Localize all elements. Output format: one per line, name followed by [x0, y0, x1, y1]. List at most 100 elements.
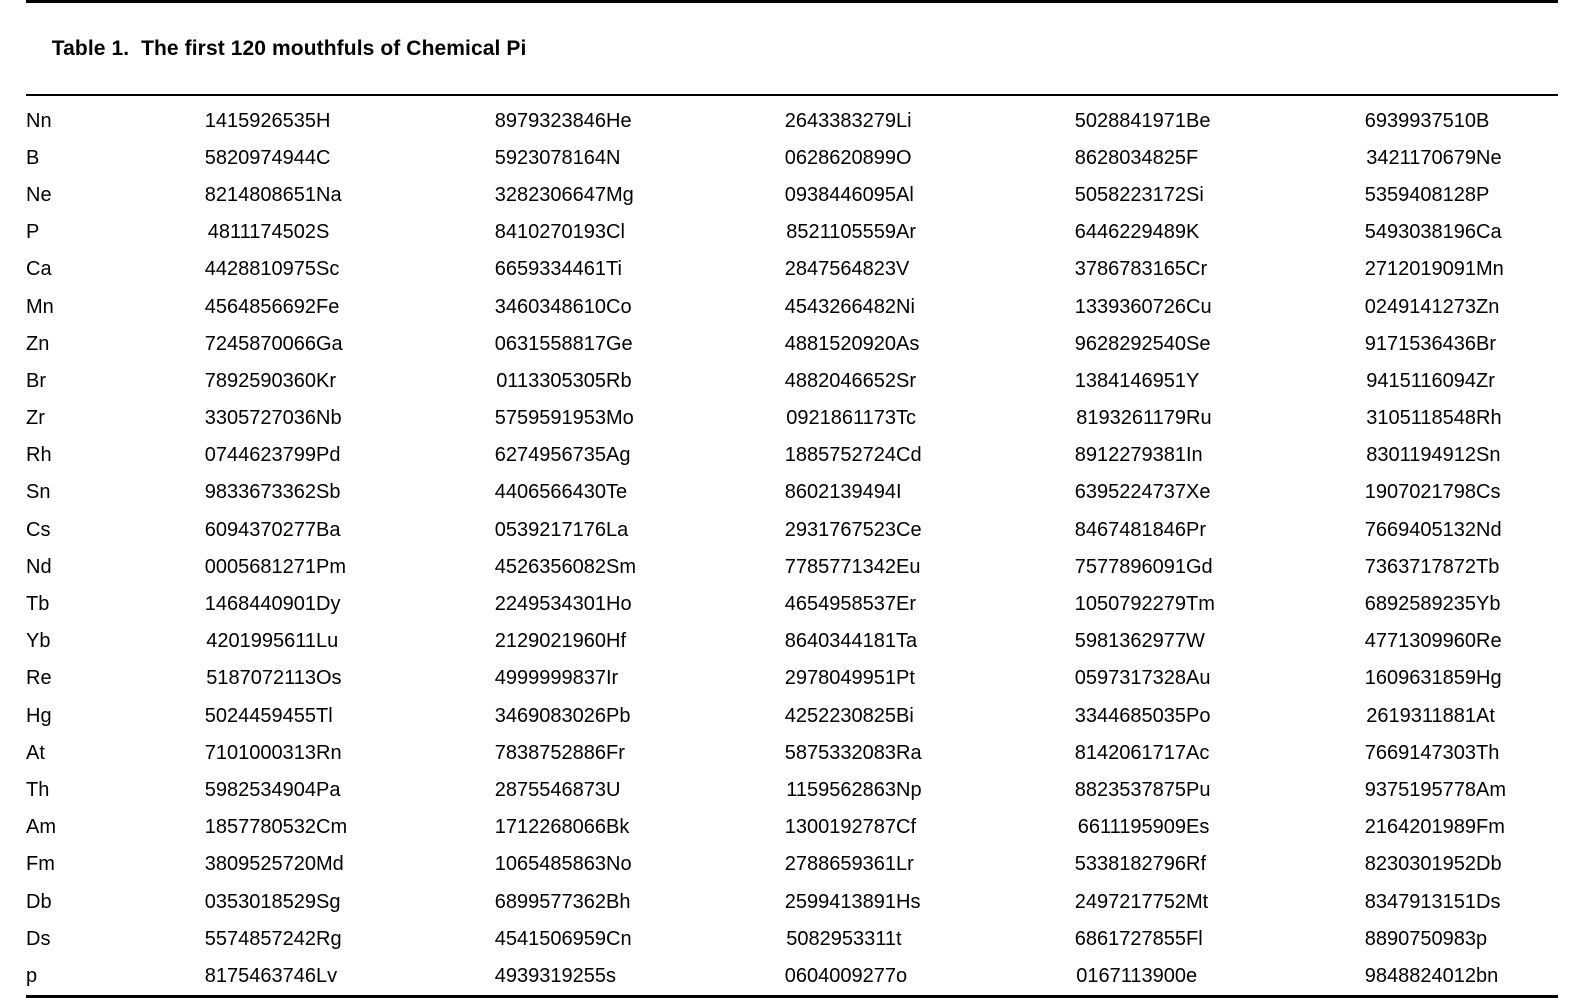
element-symbol-cell: Kr	[316, 369, 336, 392]
pi-digit-group-cell: 1159562863	[786, 778, 896, 801]
element-symbol-cell: Am	[26, 816, 56, 839]
pi-digit-group-cell: 5820974944	[204, 146, 316, 169]
pi-digit-group-cell: 3469083026	[494, 704, 606, 727]
element-symbol-cell-trailing: Hg	[1476, 667, 1502, 690]
pi-digit-group-cell: 3460348610	[494, 295, 606, 318]
pi-digit-group-cell: 1907021798	[1364, 481, 1476, 504]
pi-digit-group-cell: 8890750983	[1364, 927, 1476, 950]
element-symbol-cell: Mo	[606, 407, 634, 430]
element-symbol-cell: Y	[1186, 369, 1200, 392]
element-symbol-cell-trailing: P	[1476, 183, 1490, 206]
table-row: Cs 6094370277 Ba 0539217176 La 2931767523 Ce 84…	[26, 511, 1580, 548]
element-symbol-cell: Mt	[1186, 890, 1209, 913]
element-symbol-cell: In	[1186, 444, 1203, 467]
element-symbol-cell: Pb	[606, 704, 631, 727]
table-row: Mn 4564856692 Fe 3460348610 Co 4543266482 Ni 13…	[26, 288, 1580, 325]
pi-digit-group-cell: 5028841971	[1074, 109, 1186, 132]
pi-digit-group-cell: 4882046652	[784, 369, 896, 392]
pi-digit-group-cell: 8521105559	[786, 221, 896, 244]
pi-digit-group-cell: 4541506959	[494, 927, 606, 950]
pi-digit-group-cell: 0628620899	[784, 146, 896, 169]
pi-digit-group-cell: 3786783165	[1074, 258, 1186, 281]
pi-digit-group-cell: 9171536436	[1364, 332, 1476, 355]
element-symbol-cell: Tc	[896, 407, 916, 430]
element-symbol-cell: Cs	[26, 518, 51, 541]
pi-digit-group-cell: 6892589235	[1364, 593, 1476, 616]
pi-digit-group-cell: 0921861173	[786, 407, 896, 430]
pi-digit-group-cell: 8912279381	[1074, 444, 1186, 467]
element-symbol-cell-trailing: Sn	[1476, 444, 1501, 467]
pi-digit-group-cell: 3344685035	[1074, 704, 1186, 727]
pi-digit-group-cell: 8214808651	[204, 183, 316, 206]
element-symbol-cell: W	[1186, 630, 1205, 653]
element-symbol-cell-trailing: Zn	[1476, 295, 1500, 318]
element-symbol-cell: t	[896, 927, 902, 950]
element-symbol-cell: Gd	[1186, 555, 1213, 578]
element-symbol-cell-trailing: Ca	[1476, 221, 1502, 244]
pi-digits-table: Nn 1415926535 H 8979323846 He 2643383279 Li 502…	[26, 102, 1580, 995]
pi-digit-group-cell: 6939937510	[1364, 109, 1476, 132]
element-symbol-cell: He	[606, 109, 632, 132]
pi-digit-group-cell: 1885752724	[784, 444, 896, 467]
element-symbol-cell: Yb	[26, 630, 51, 653]
element-symbol-cell: Hs	[896, 890, 921, 913]
caption-text: The first 120 mouthfuls of Chemical Pi	[141, 37, 527, 60]
element-symbol-cell: Cf	[896, 816, 916, 839]
pi-digit-group-cell: 2497217752	[1074, 890, 1186, 913]
element-symbol-cell-trailing: Am	[1476, 778, 1506, 801]
table-row: Ca 4428810975 Sc 6659334461 Ti 2847564823 V 378…	[26, 251, 1580, 288]
element-symbol-cell: Er	[896, 593, 916, 616]
table-caption: Table 1. The first 120 mouthfuls of Chem…	[26, 3, 1558, 94]
element-symbol-cell: Tl	[316, 704, 333, 727]
pi-digit-group-cell: 1712268066	[494, 816, 606, 839]
pi-digit-group-cell: 1857780532	[204, 816, 316, 839]
pi-digit-group-cell: 2788659361	[784, 853, 896, 876]
pi-digit-group-cell: 5082953311	[786, 927, 896, 950]
element-symbol-cell: Fe	[316, 295, 340, 318]
table-row: At 7101000313 Rn 7838752886 Fr 5875332083 Ra 81…	[26, 734, 1580, 771]
pi-digit-group-cell: 2712019091	[1364, 258, 1476, 281]
pi-digit-group-cell: 7363717872	[1364, 555, 1476, 578]
pi-digit-group-cell: 3809525720	[204, 853, 316, 876]
element-symbol-cell: Mg	[606, 183, 634, 206]
element-symbol-cell: Cd	[896, 444, 922, 467]
pi-digit-group-cell: 4406566430	[494, 481, 606, 504]
element-symbol-cell: e	[1186, 964, 1198, 987]
table-bottom-rule	[26, 994, 1558, 998]
element-symbol-cell: Li	[896, 109, 912, 132]
pi-digit-group-cell: 8193261179	[1076, 407, 1186, 430]
pi-digit-group-cell: 5981362977	[1074, 630, 1186, 653]
element-symbol-cell: Cl	[606, 221, 625, 244]
element-symbol-cell: Tb	[26, 593, 50, 616]
pi-digit-group-cell: 8823537875	[1074, 778, 1186, 801]
table-row: Tb 1468440901 Dy 2249534301 Ho 4654958537 Er 10…	[26, 585, 1580, 622]
element-symbol-cell: Xe	[1186, 481, 1211, 504]
table-row: Re 5187072113 Os 4999999837 Ir 2978049951 Pt 05…	[26, 660, 1580, 697]
element-symbol-cell: Po	[1186, 704, 1211, 727]
pi-digit-group-cell: 5875332083	[784, 741, 896, 764]
pi-digit-group-cell: 6861727855	[1074, 927, 1186, 950]
pi-digit-group-cell: 4881520920	[784, 332, 896, 355]
pi-digit-group-cell: 9848824012	[1364, 964, 1476, 987]
element-symbol-cell: Zn	[26, 332, 50, 355]
element-symbol-cell: Pd	[316, 444, 341, 467]
element-symbol-cell: Cn	[606, 927, 632, 950]
pi-digit-group-cell: 5338182796	[1074, 853, 1186, 876]
element-symbol-cell: Rn	[316, 741, 342, 764]
table-row: Fm 3809525720 Md 1065485863 No 2788659361 Lr 53…	[26, 846, 1580, 883]
pi-digit-group-cell: 6094370277	[204, 518, 316, 541]
element-symbol-cell-trailing: Ds	[1476, 890, 1501, 913]
element-symbol-cell: Fr	[606, 741, 625, 764]
element-symbol-cell: s	[606, 964, 616, 987]
pi-digit-group-cell: 0744623799	[204, 444, 316, 467]
element-symbol-cell: p	[26, 964, 38, 987]
pi-digit-group-cell: 7245870066	[204, 332, 316, 355]
element-symbol-cell: Cr	[1186, 258, 1208, 281]
pi-digit-group-cell: 8979323846	[494, 109, 606, 132]
element-symbol-cell: Sn	[26, 481, 51, 504]
element-symbol-cell-trailing: Fm	[1476, 816, 1505, 839]
table-row: Db 0353018529 Sg 6899577362 Bh 2599413891 Hs 24…	[26, 883, 1580, 920]
element-symbol-cell: Ne	[26, 183, 52, 206]
table-row: Hg 5024459455 Tl 3469083026 Pb 4252230825 Bi 33…	[26, 697, 1580, 734]
pi-digit-group-cell: 1300192787	[784, 816, 896, 839]
